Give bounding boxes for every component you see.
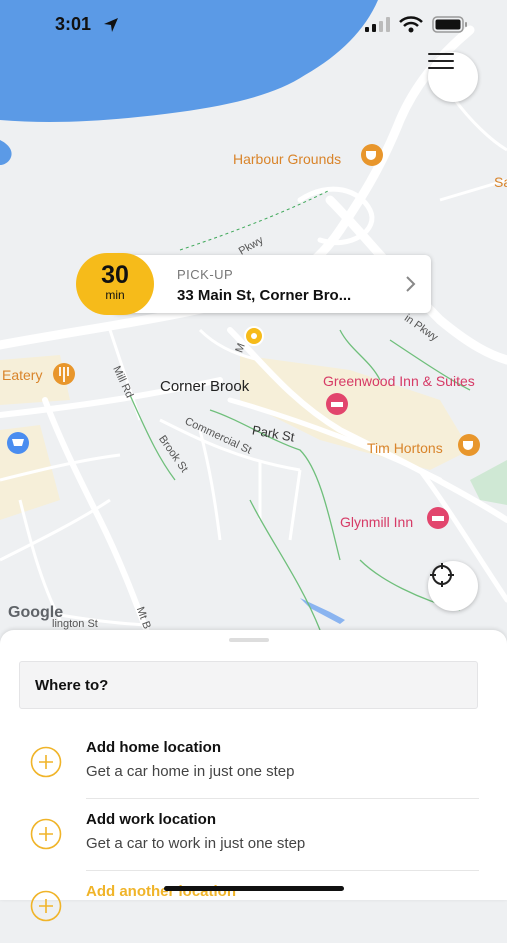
- add-work-subtitle: Get a car to work in just one step: [86, 835, 306, 852]
- place-label-eatery[interactable]: Eatery: [2, 367, 42, 383]
- pickup-address: 33 Main St, Corner Bro...: [177, 287, 352, 304]
- wifi-icon: [399, 16, 423, 33]
- place-label-glynmill[interactable]: Glynmill Inn: [340, 514, 413, 530]
- shopping-icon: [7, 432, 29, 454]
- eta-value: 30: [101, 261, 129, 289]
- add-another-location-item[interactable]: Add another location: [0, 871, 507, 943]
- menu-button[interactable]: [428, 52, 478, 102]
- menu-icon: [428, 53, 454, 69]
- hotel-icon: [427, 507, 449, 529]
- map-view[interactable]: Harbour Grounds Sa Eatery Corner Brook G…: [0, 0, 507, 640]
- where-to-field[interactable]: Where to?: [19, 661, 478, 709]
- chevron-right-icon: [406, 276, 416, 292]
- pickup-label: PICK-UP: [177, 267, 234, 282]
- home-indicator[interactable]: [164, 886, 344, 891]
- add-home-title: Add home location: [86, 739, 221, 756]
- status-time: 3:01: [55, 14, 92, 34]
- add-home-subtitle: Get a car home in just one step: [86, 763, 295, 780]
- battery-icon: [432, 16, 467, 33]
- bottom-sheet[interactable]: Where to? Add home location Get a car ho…: [0, 630, 507, 922]
- plus-circle-icon: [30, 890, 62, 922]
- add-work-location-item[interactable]: Add work location Get a car to work in j…: [0, 799, 507, 871]
- eta-badge: 30 min: [76, 253, 154, 315]
- add-work-title: Add work location: [86, 811, 217, 828]
- sheet-grab-handle[interactable]: [229, 638, 269, 642]
- place-label-greenwood[interactable]: Greenwood Inn & Suites: [323, 373, 475, 389]
- place-label-partial: Sa: [494, 174, 507, 190]
- recenter-button[interactable]: [428, 561, 478, 611]
- restaurant-icon: [53, 363, 75, 385]
- place-label-tim-hortons[interactable]: Tim Hortons: [367, 440, 443, 456]
- signal-icon: [365, 17, 390, 32]
- map-canvas: [0, 0, 507, 640]
- cafe-icon: [361, 144, 383, 166]
- google-logo: Google: [8, 604, 64, 621]
- recenter-icon: [430, 563, 454, 587]
- eta-unit: min: [105, 288, 125, 302]
- add-home-location-item[interactable]: Add home location Get a car home in just…: [0, 727, 507, 799]
- where-to-label: Where to?: [35, 677, 109, 694]
- place-label-harbour-grounds[interactable]: Harbour Grounds: [233, 151, 341, 167]
- place-label-corner-brook: Corner Brook: [160, 378, 250, 395]
- plus-circle-icon: [30, 746, 62, 778]
- cafe-icon: [458, 434, 480, 456]
- hotel-icon: [326, 393, 348, 415]
- pickup-callout[interactable]: PICK-UP 33 Main St, Corner Bro... 30 min: [76, 253, 431, 315]
- pickup-card[interactable]: PICK-UP 33 Main St, Corner Bro...: [112, 255, 431, 313]
- plus-circle-icon: [30, 818, 62, 850]
- location-arrow-icon: [104, 18, 118, 32]
- status-bar: 3:01: [0, 0, 507, 50]
